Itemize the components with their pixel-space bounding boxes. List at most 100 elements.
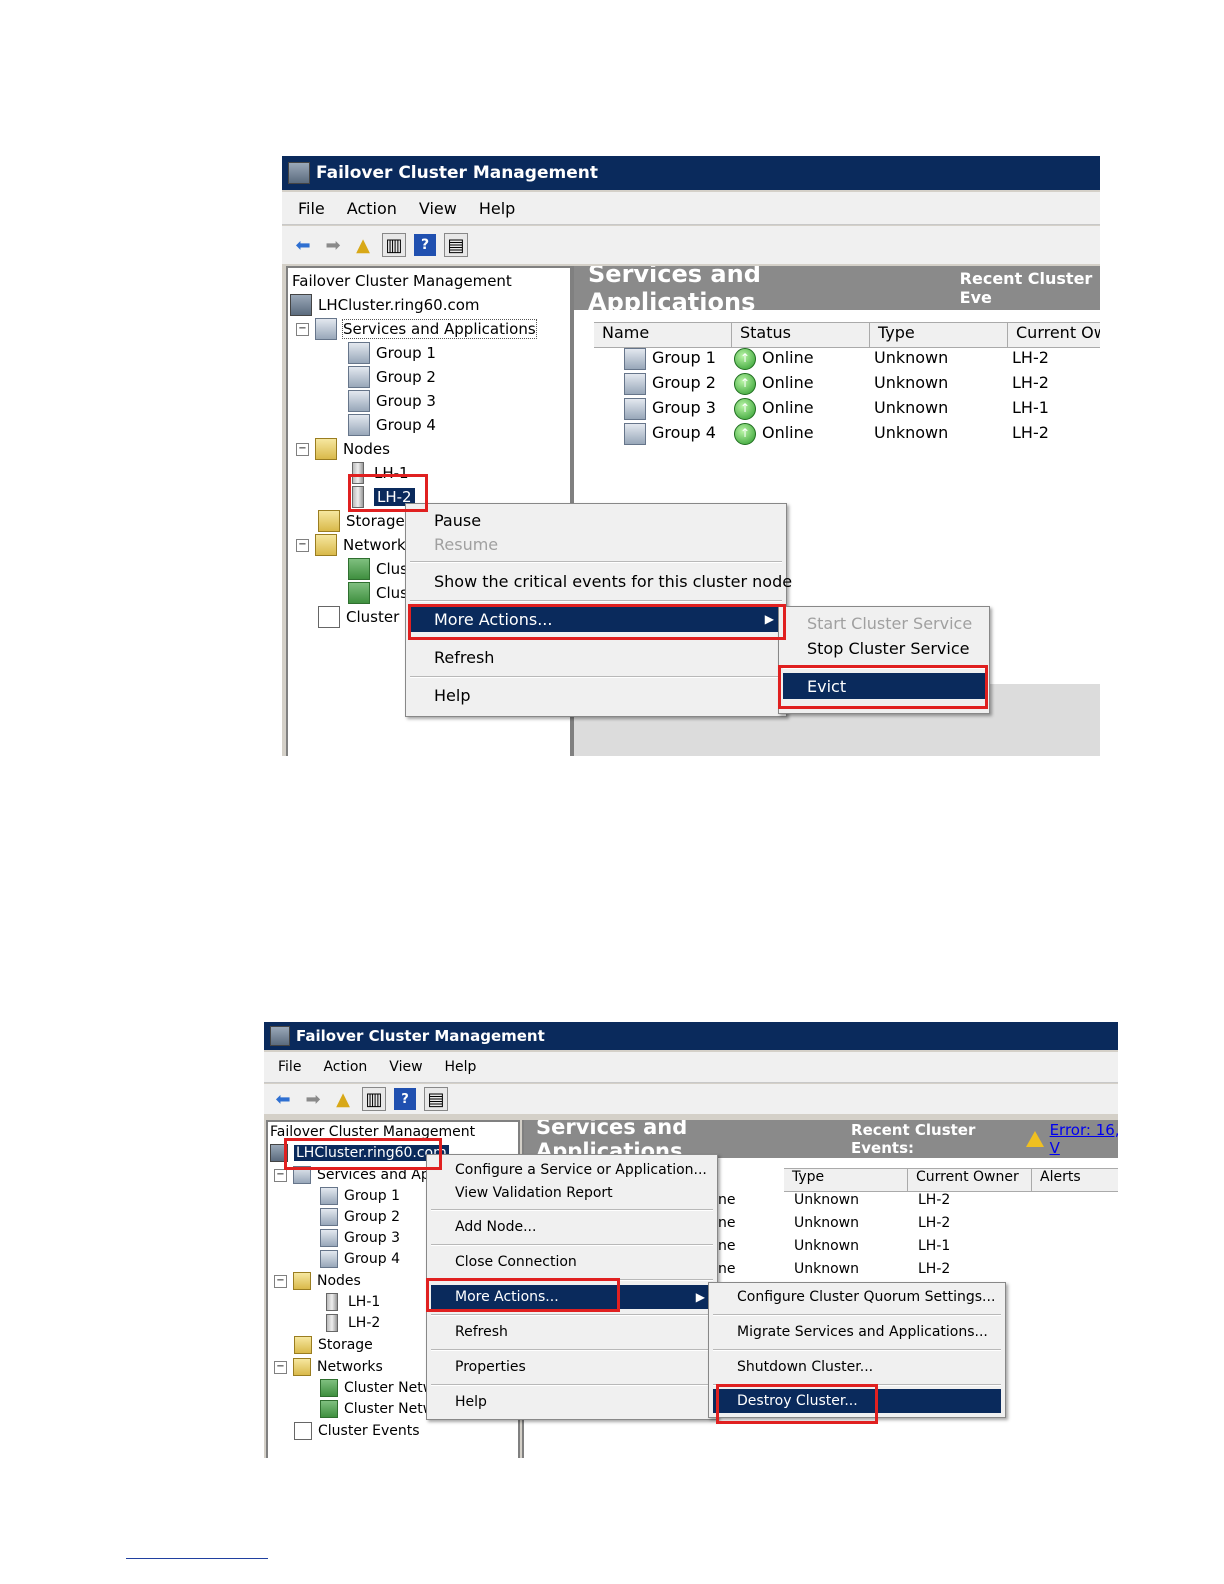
- menu-help[interactable]: Help: [445, 1059, 477, 1075]
- table-row[interactable]: Group 3 ↑ Online Unknown LH-1: [624, 398, 1049, 420]
- menu-file[interactable]: File: [278, 1059, 301, 1075]
- tree-nodes[interactable]: − Nodes: [274, 1272, 361, 1290]
- tree-group[interactable]: Group 1: [348, 342, 436, 364]
- menu-item-view-validation-report[interactable]: View Validation Report: [431, 1182, 713, 1204]
- footnote-rule: [126, 1558, 268, 1559]
- highlight-lh2-node: [348, 474, 428, 512]
- menu-item-refresh[interactable]: Refresh: [431, 1320, 713, 1344]
- tree-network-item[interactable]: Clus: [348, 558, 408, 580]
- tree-events[interactable]: Cluster Events: [294, 1422, 420, 1440]
- column-header-status[interactable]: Status: [732, 323, 870, 347]
- menu-item-help[interactable]: Help: [431, 1390, 713, 1414]
- tree-events[interactable]: Cluster I: [318, 606, 408, 628]
- collapse-icon[interactable]: −: [274, 1360, 287, 1374]
- menu-action[interactable]: Action: [347, 199, 397, 218]
- menu-file[interactable]: File: [298, 199, 325, 218]
- column-header-type[interactable]: Type: [870, 323, 1008, 347]
- menu-item-help[interactable]: Help: [410, 682, 782, 708]
- column-header-type[interactable]: Type: [784, 1169, 908, 1191]
- up-folder-icon[interactable]: ▲: [352, 234, 374, 256]
- menu-item-properties[interactable]: Properties: [431, 1355, 713, 1379]
- tree-networks[interactable]: − Network: [296, 534, 406, 556]
- menu-view[interactable]: View: [389, 1059, 422, 1075]
- tree-network-label: Cluster Netw: [344, 1401, 435, 1417]
- error-link[interactable]: Error: 16, V: [1050, 1121, 1118, 1157]
- tree-group[interactable]: Group 3: [320, 1229, 400, 1247]
- menu-item-stop-cluster-service[interactable]: Stop Cluster Service: [783, 635, 985, 661]
- cell-name: Group 1: [652, 348, 716, 367]
- collapse-icon[interactable]: −: [296, 442, 309, 456]
- tree-group[interactable]: Group 4: [348, 414, 436, 436]
- menu-item-configure-quorum[interactable]: Configure Cluster Quorum Settings...: [713, 1285, 1001, 1309]
- menu-item-refresh[interactable]: Refresh: [410, 644, 782, 670]
- show-hide-tree-icon[interactable]: ▥: [382, 233, 406, 257]
- menu-item-show-critical-events[interactable]: Show the critical events for this cluste…: [410, 568, 792, 594]
- table-row[interactable]: ne Unknown LH-2: [718, 1192, 950, 1208]
- network-icon: [320, 1400, 338, 1418]
- tree-group[interactable]: Group 3: [348, 390, 436, 412]
- tree-events-label: Cluster Events: [318, 1423, 420, 1439]
- column-header-alerts[interactable]: Alerts: [1032, 1169, 1118, 1191]
- forward-arrow-icon[interactable]: ➡: [322, 234, 344, 256]
- menu-item-add-node[interactable]: Add Node...: [431, 1215, 713, 1239]
- collapse-icon[interactable]: −: [274, 1274, 287, 1288]
- forward-arrow-icon[interactable]: ➡: [302, 1088, 324, 1110]
- menu-item-migrate-services[interactable]: Migrate Services and Applications...: [713, 1320, 1001, 1344]
- tree-root[interactable]: Failover Cluster Management: [292, 272, 512, 290]
- table-row[interactable]: Group 4 ↑ Online Unknown LH-2: [624, 423, 1049, 445]
- table-row[interactable]: Group 1 ↑ Online Unknown LH-2: [624, 348, 1049, 370]
- menu-action[interactable]: Action: [323, 1059, 367, 1075]
- tree-storage[interactable]: Storage: [294, 1336, 373, 1354]
- tree-group[interactable]: Group 2: [320, 1208, 400, 1226]
- back-arrow-icon[interactable]: ⬅: [272, 1088, 294, 1110]
- tree-cluster[interactable]: LHCluster.ring60.com: [290, 294, 480, 316]
- show-hide-tree-icon[interactable]: ▥: [362, 1087, 386, 1111]
- table-row[interactable]: ne Unknown LH-1: [718, 1238, 950, 1254]
- column-header-owner[interactable]: Current Owner: [908, 1169, 1032, 1191]
- action-pane-icon[interactable]: ▤: [424, 1087, 448, 1111]
- table-row[interactable]: ne Unknown LH-2: [718, 1215, 950, 1231]
- collapse-icon[interactable]: −: [296, 538, 309, 552]
- tree-node-label: LH-1: [348, 1294, 381, 1310]
- tree-group[interactable]: Group 2: [348, 366, 436, 388]
- table-row[interactable]: Group 2 ↑ Online Unknown LH-2: [624, 373, 1049, 395]
- tree-group[interactable]: Group 4: [320, 1250, 400, 1268]
- menu-bar: File Action View Help: [264, 1052, 1118, 1083]
- menu-view[interactable]: View: [419, 199, 457, 218]
- collapse-icon[interactable]: −: [296, 322, 309, 336]
- menu-help[interactable]: Help: [479, 199, 515, 218]
- tree-network-item[interactable]: Cluster Netw: [320, 1400, 434, 1418]
- tree-networks[interactable]: − Networks: [274, 1358, 383, 1376]
- tree-group[interactable]: Group 1: [320, 1187, 400, 1205]
- column-header-owner[interactable]: Current Owi: [1008, 323, 1100, 347]
- window-title: Failover Cluster Management: [316, 163, 598, 183]
- tree-nodes[interactable]: − Nodes: [296, 438, 390, 460]
- online-status-icon: ↑: [734, 398, 756, 420]
- recent-events-label: Recent Cluster Events:: [851, 1121, 976, 1157]
- tree-node-lh2[interactable]: LH-2: [322, 1314, 380, 1332]
- menu-item-shutdown-cluster[interactable]: Shutdown Cluster...: [713, 1355, 1001, 1379]
- server-node-icon: [326, 1293, 338, 1311]
- cell-status: ne: [718, 1215, 736, 1231]
- action-pane-icon[interactable]: ▤: [444, 233, 468, 257]
- tree-group-label: Group 1: [344, 1188, 400, 1204]
- tree-storage[interactable]: Storage: [318, 510, 405, 532]
- tree-services[interactable]: − Services and Applications: [296, 318, 537, 340]
- group-icon: [624, 348, 646, 370]
- table-row[interactable]: ne Unknown LH-2: [718, 1261, 950, 1277]
- column-header-name[interactable]: Name: [594, 323, 732, 347]
- collapse-icon[interactable]: −: [274, 1168, 287, 1182]
- tree-network-item[interactable]: Clus: [348, 582, 408, 604]
- cell-name: Group 4: [652, 423, 716, 442]
- tree-network-item[interactable]: Cluster Netw: [320, 1379, 434, 1397]
- help-icon[interactable]: ?: [394, 1088, 416, 1110]
- cell-type: Unknown: [794, 1238, 859, 1254]
- tree-node-lh1[interactable]: LH-1: [322, 1293, 380, 1311]
- back-arrow-icon[interactable]: ⬅: [292, 234, 314, 256]
- menu-item-configure-service[interactable]: Configure a Service or Application...: [431, 1159, 713, 1181]
- up-folder-icon[interactable]: ▲: [332, 1088, 354, 1110]
- menu-item-pause[interactable]: Pause: [410, 508, 782, 532]
- help-icon[interactable]: ?: [414, 234, 436, 256]
- tree-networks-label: Networks: [317, 1359, 383, 1375]
- menu-item-close-connection[interactable]: Close Connection: [431, 1250, 713, 1274]
